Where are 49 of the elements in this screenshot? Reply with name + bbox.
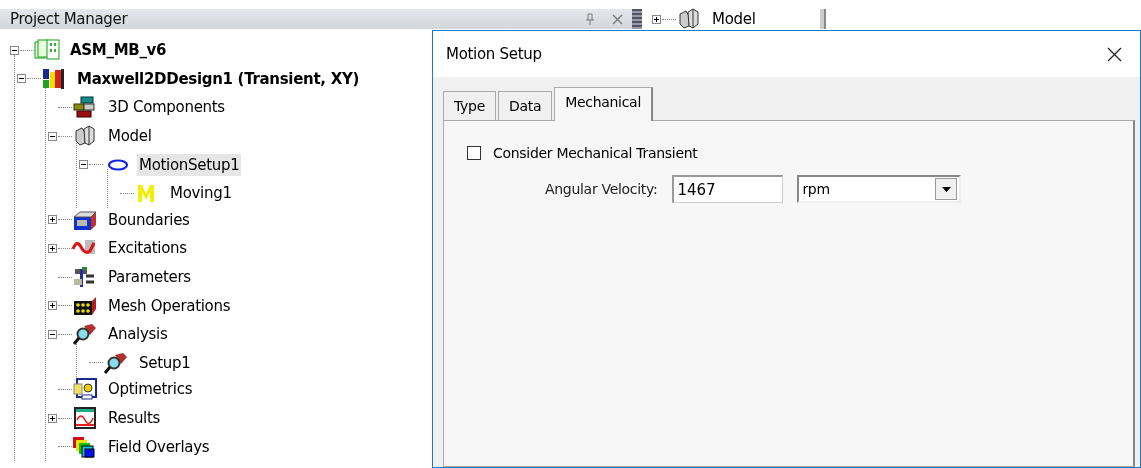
expand-icon[interactable] — [651, 14, 661, 24]
project-icon — [34, 39, 60, 62]
unit-dropdown[interactable]: rpm — [797, 175, 962, 203]
collapse-icon[interactable] — [9, 45, 19, 55]
tree-item[interactable]: ASM_MB_v6 — [68, 39, 169, 62]
expand-icon[interactable] — [47, 243, 57, 253]
tree-item[interactable]: MotionSetup1 — [137, 153, 242, 176]
tree-item[interactable]: Maxwell2DDesign1 (Transient, XY) — [75, 67, 362, 90]
tree-item[interactable]: Parameters — [106, 266, 193, 289]
tree-item[interactable]: Model — [710, 8, 758, 30]
chart-icon — [72, 407, 98, 429]
tree-item[interactable]: Mesh Operations — [106, 294, 233, 317]
tree-item[interactable]: Setup1 — [137, 351, 193, 374]
splitter-grip[interactable] — [632, 9, 642, 29]
tree-item[interactable]: 3D Components — [106, 96, 227, 119]
tree-item[interactable]: Boundaries — [106, 208, 192, 231]
tab[interactable]: Data — [497, 91, 553, 120]
tree-item[interactable]: Moving1 — [168, 182, 234, 205]
dialog-title: Motion Setup — [446, 45, 543, 63]
expand-icon[interactable] — [47, 215, 57, 225]
overlays-icon — [72, 435, 98, 458]
panel-title: Project Manager — [10, 10, 129, 28]
expand-icon[interactable] — [47, 301, 57, 311]
dropdown-arrow-icon[interactable] — [941, 186, 951, 192]
collapse-icon[interactable] — [47, 329, 57, 339]
collapse-icon[interactable] — [16, 74, 26, 84]
checkbox-label[interactable]: Consider Mechanical Transient — [493, 145, 698, 161]
expand-icon[interactable] — [47, 413, 57, 423]
collapse-icon[interactable] — [78, 160, 88, 170]
tab[interactable]: Type — [443, 91, 496, 120]
boundaries-icon — [72, 208, 98, 231]
tree-item[interactable]: Field Overlays — [106, 435, 212, 458]
cubes-icon — [72, 125, 98, 148]
tree-item[interactable]: Results — [106, 407, 163, 429]
design-icon — [41, 67, 67, 90]
angular-velocity-field[interactable]: 1467 — [672, 175, 784, 203]
checkbox[interactable] — [467, 146, 481, 160]
field-label: Angular Velocity: — [545, 181, 658, 197]
cubes-icon — [676, 8, 702, 30]
tree-item[interactable]: Analysis — [106, 323, 170, 346]
close-icon[interactable] — [1107, 46, 1122, 62]
tree-item[interactable]: Excitations — [106, 237, 189, 260]
collapse-icon[interactable] — [47, 131, 57, 141]
magnifier-icon — [72, 323, 98, 346]
components-icon — [72, 96, 98, 119]
tree-item[interactable]: Optimetrics — [106, 378, 195, 401]
magnifier-icon — [103, 351, 129, 374]
tab[interactable]: Mechanical — [554, 87, 653, 121]
tree-item[interactable]: Model — [106, 125, 154, 148]
